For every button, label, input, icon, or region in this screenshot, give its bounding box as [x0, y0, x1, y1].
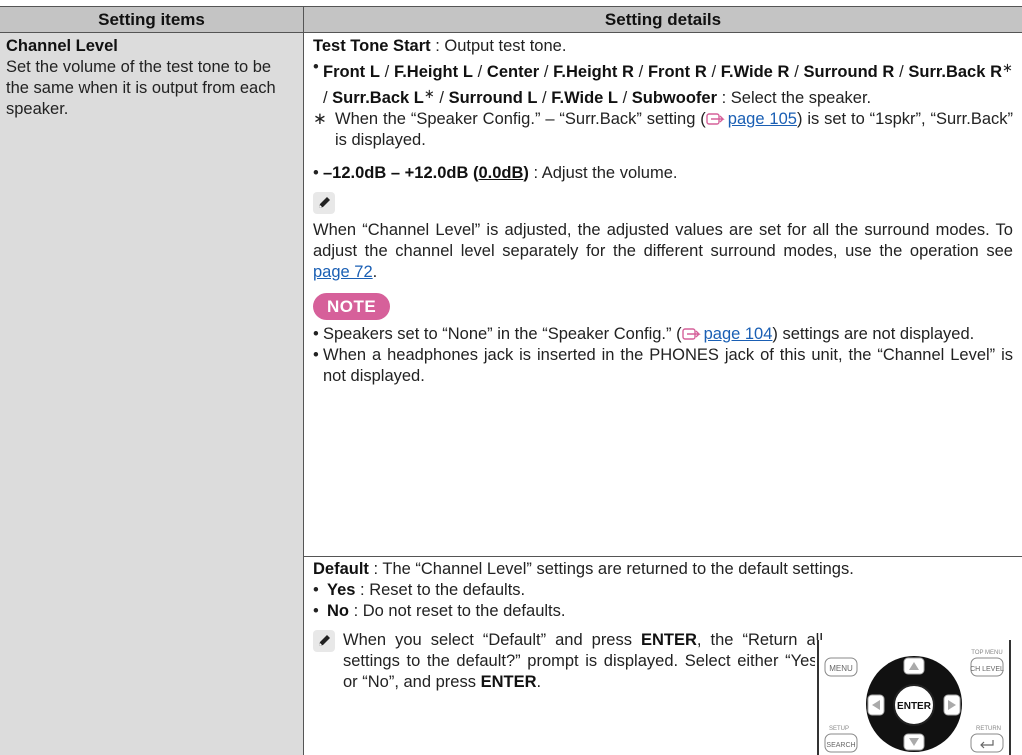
item-description: Set the volume of the test tone to be th…	[6, 58, 276, 118]
range-desc: : Adjust the volume.	[528, 164, 678, 182]
speaker-option: Surround L	[448, 89, 538, 107]
row-divider	[304, 556, 1022, 557]
search-key-label: SEARCH	[826, 742, 855, 749]
asterisk-mark: ∗	[1002, 60, 1013, 75]
speaker-option: F.Height R	[553, 63, 634, 81]
speaker-option: F.Wide L	[551, 89, 618, 107]
speaker-option: Subwoofer	[631, 89, 718, 107]
default-label: Default	[313, 560, 369, 578]
return-label: RETURN	[976, 726, 1001, 732]
page-reference-icon	[681, 328, 701, 340]
menu-key-label: MENU	[829, 664, 853, 673]
speaker-separator: /	[537, 89, 552, 107]
asterisk-note-text: When the “Speaker Config.” – “Surr.Back”…	[335, 110, 706, 128]
tip-block: When you select “Default” and press ENTE…	[313, 630, 823, 693]
yes-label: Yes	[327, 581, 356, 599]
test-tone-label: Test Tone Start	[313, 37, 431, 55]
speaker-option: Front R	[647, 63, 707, 81]
item-cell: Channel Level Set the volume of the test…	[6, 36, 298, 120]
speakers-desc: : Select the speaker.	[717, 89, 872, 107]
speaker-option: Front L	[323, 63, 380, 81]
header-setting-items: Setting items	[0, 7, 303, 32]
note1-text-end: ) settings are not displayed.	[772, 325, 975, 343]
yes-option: Yes : Reset to the defaults.	[313, 580, 1013, 601]
ch-level-key-label: CH LEVEL	[970, 666, 1004, 673]
range-label: –12.0dB – +12.0dB (	[323, 164, 479, 182]
note-item-2: When a headphones jack is inserted in th…	[313, 345, 1013, 387]
speaker-option: Surr.Back L	[332, 89, 424, 107]
no-label: No	[327, 602, 349, 620]
speaker-separator: /	[323, 89, 333, 107]
speaker-separator: /	[894, 63, 909, 81]
range-line: –12.0dB – +12.0dB (0.0dB) : Adjust the v…	[313, 163, 1013, 184]
note-item-1: Speakers set to “None” in the “Speaker C…	[313, 324, 1013, 345]
speaker-option: Surr.Back R	[908, 63, 1003, 81]
asterisk-mark: ∗	[313, 110, 327, 128]
speaker-option: Center	[486, 63, 540, 81]
page-reference-icon	[706, 113, 725, 125]
page-72-link[interactable]: page 72	[313, 263, 373, 281]
tip-enter-key-2: ENTER	[480, 673, 537, 691]
note-badge: NOTE	[313, 293, 391, 320]
no-desc: : Do not reset to the defaults.	[349, 602, 566, 620]
memo-block: When “Channel Level” is adjusted, the ad…	[313, 192, 1013, 283]
page-104-link[interactable]: page 104	[704, 325, 773, 343]
remote-control-illustration: MENU TOP MENU CH LEVEL ENTER SETUP SEARC…	[815, 640, 1013, 755]
speaker-separator: /	[379, 63, 394, 81]
test-tone-desc: : Output test tone.	[430, 37, 567, 55]
speaker-separator: /	[633, 63, 648, 81]
range-default: 0.0dB	[478, 164, 524, 182]
speaker-option: Surround R	[803, 63, 895, 81]
item-title: Channel Level	[6, 37, 118, 55]
asterisk-note: ∗ When the “Speaker Config.” – “Surr.Bac…	[313, 109, 1013, 151]
memo-text: When “Channel Level” is adjusted, the ad…	[313, 221, 1013, 260]
yes-desc: : Reset to the defaults.	[355, 581, 526, 599]
speaker-separator: /	[706, 63, 721, 81]
no-option: No : Do not reset to the defaults.	[313, 601, 1013, 622]
test-tone-line: Test Tone Start : Output test tone.	[313, 36, 1013, 57]
note-block: NOTE Speakers set to “None” in the “Spea…	[313, 293, 1013, 387]
memo-end: .	[372, 263, 378, 281]
top-menu-label: TOP MENU	[971, 650, 1002, 656]
enter-key-label: ENTER	[897, 701, 932, 712]
default-line: Default : The “Channel Level” settings a…	[313, 559, 1013, 580]
speaker-option: F.Height L	[393, 63, 473, 81]
speaker-separator: /	[618, 89, 632, 107]
tip-enter-key: ENTER	[641, 631, 697, 649]
page-105-link[interactable]: page 105	[728, 110, 797, 128]
speaker-option: F.Wide R	[720, 63, 790, 81]
speaker-separator: /	[434, 89, 449, 107]
speaker-separator: /	[472, 63, 487, 81]
note1-text: Speakers set to “None” in the “Speaker C…	[323, 325, 682, 343]
speaker-separator: /	[539, 63, 554, 81]
column-divider	[303, 6, 304, 755]
asterisk-mark: ∗	[423, 86, 435, 101]
default-desc: : The “Channel Level” settings are retur…	[368, 560, 854, 578]
setting-items-column	[0, 33, 303, 755]
header-setting-details: Setting details	[304, 7, 1022, 32]
pencil-icon	[313, 630, 335, 652]
speaker-separator: /	[789, 63, 804, 81]
memo-text-line: When “Channel Level” is adjusted, the ad…	[313, 220, 1013, 283]
tip-text: When you select “Default” and press	[343, 631, 641, 649]
tip-end: .	[536, 673, 542, 691]
setup-label: SETUP	[829, 726, 849, 732]
settings-table: Setting items Setting details Channel Le…	[0, 0, 1022, 755]
speaker-list: Front L / F.Height L / Center / F.Height…	[313, 57, 1013, 109]
details-cell-test-tone: Test Tone Start : Output test tone. Fron…	[313, 36, 1013, 387]
pencil-icon	[313, 192, 335, 214]
